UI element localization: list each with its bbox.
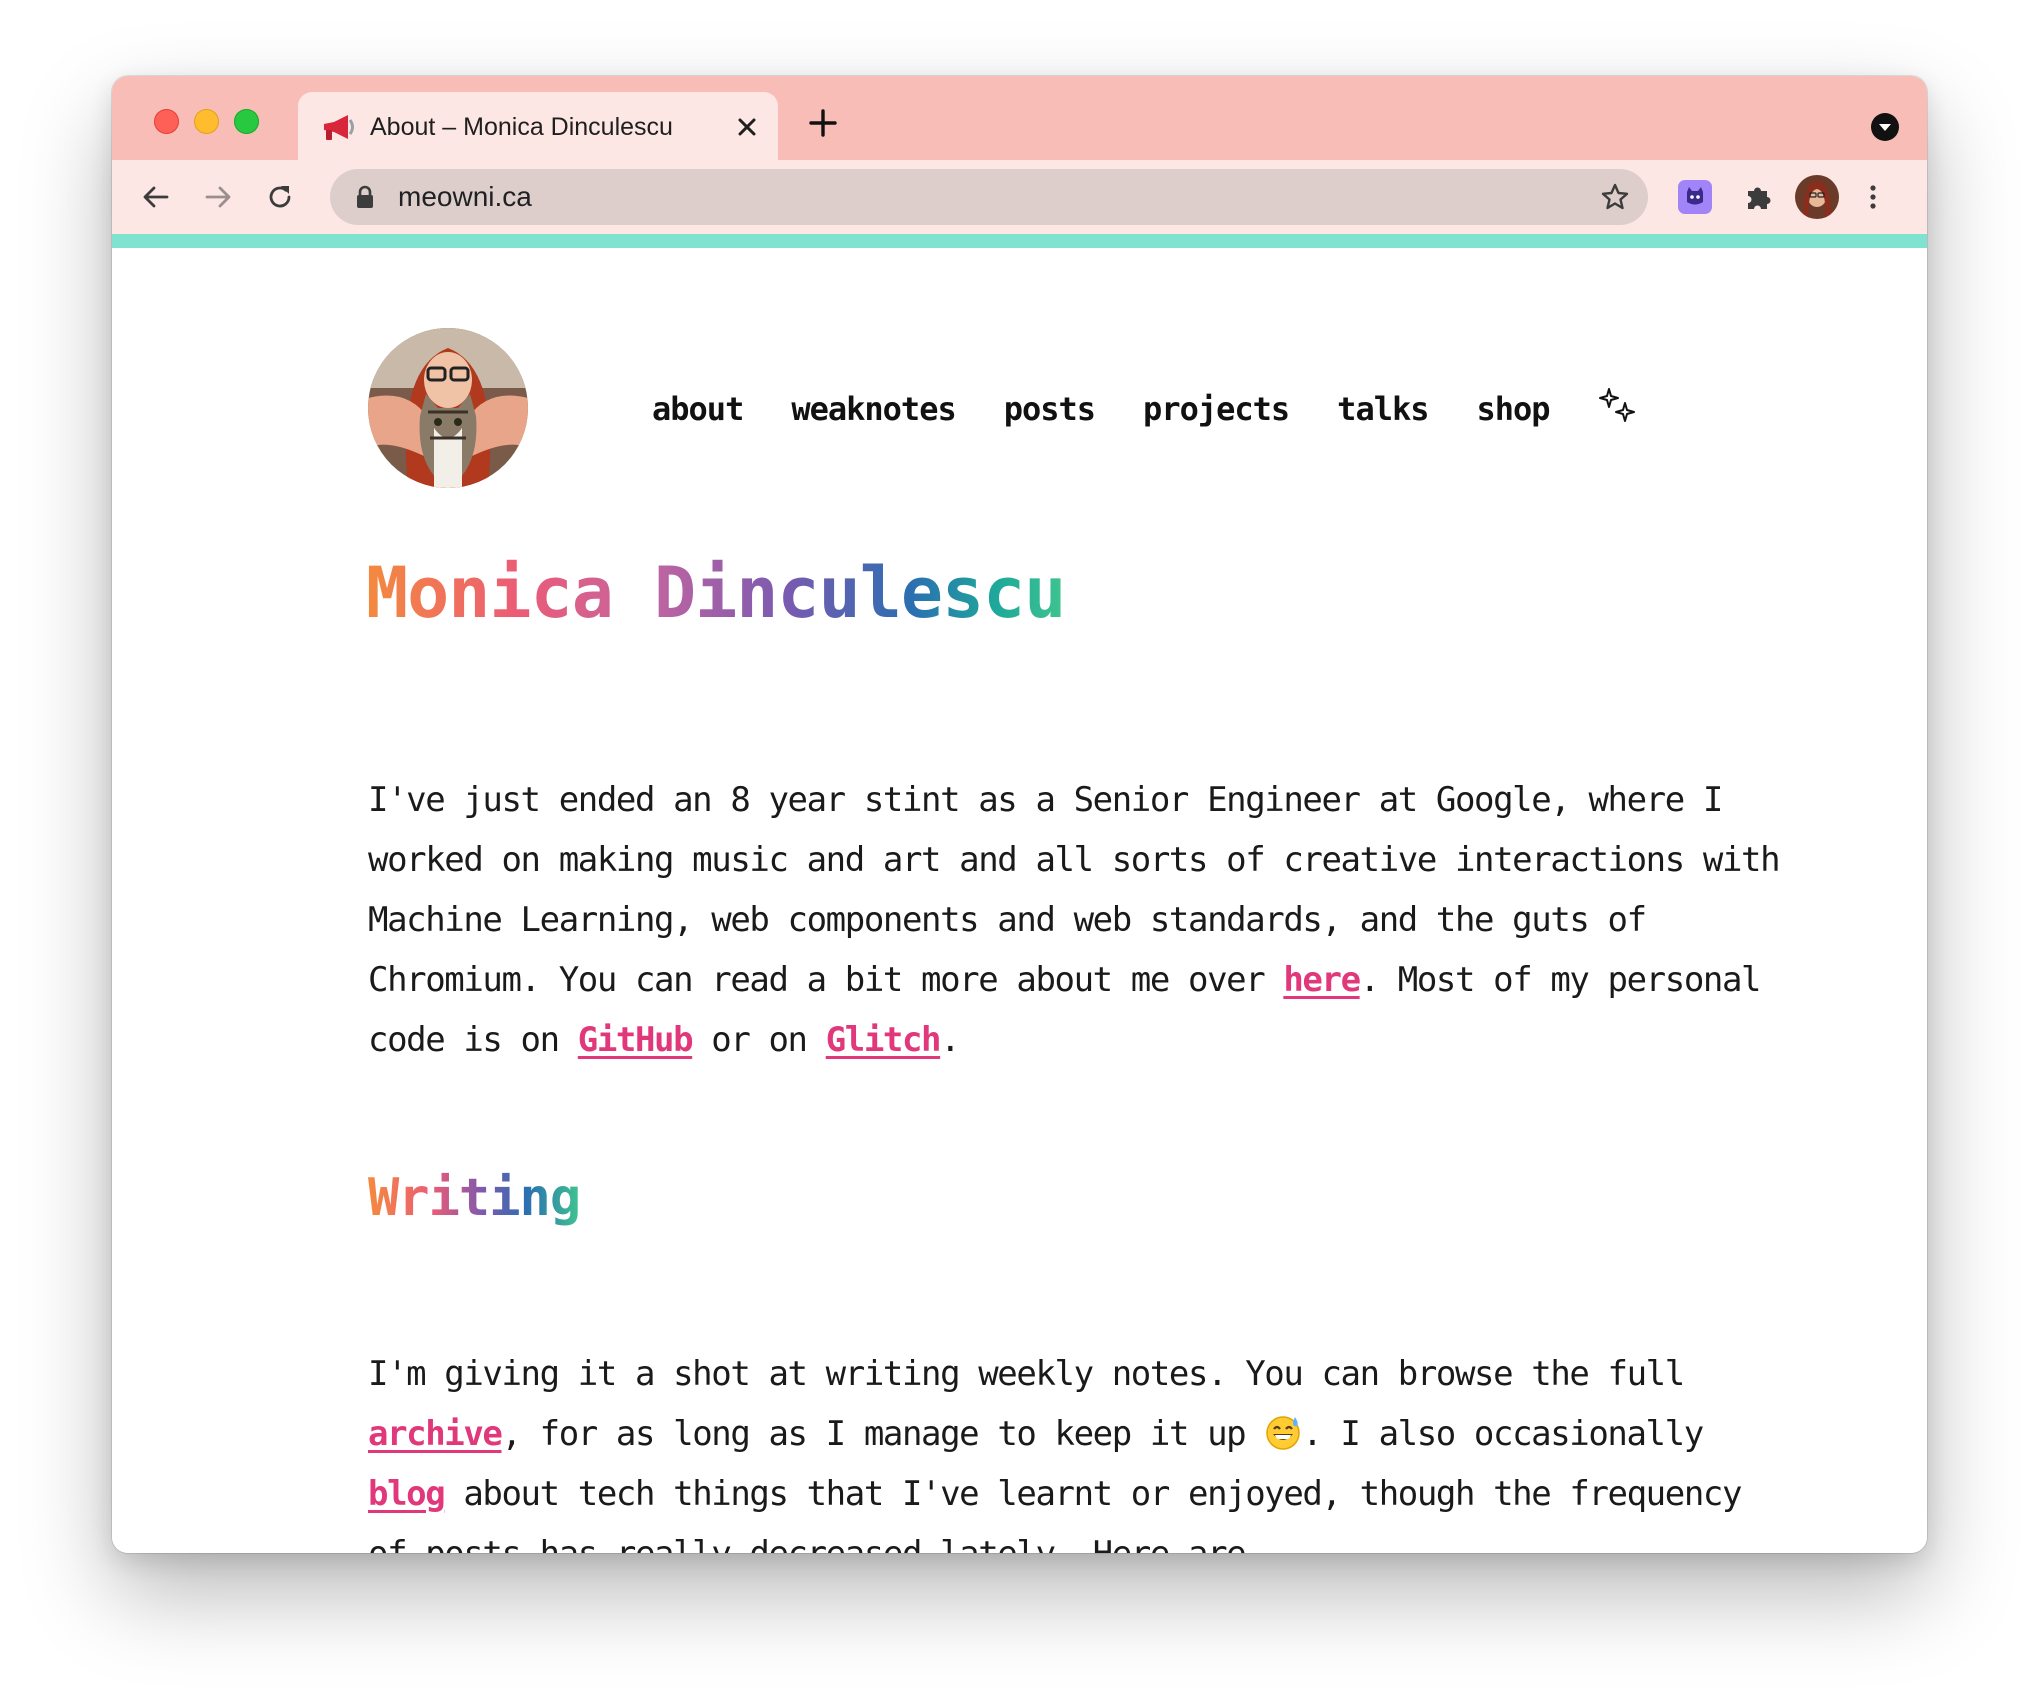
nav-about[interactable]: about [652,390,744,428]
close-icon[interactable] [734,114,760,140]
url-text[interactable]: meowni.ca [398,179,532,215]
profile-avatar-button[interactable] [1795,175,1839,219]
kebab-menu-icon[interactable] [1857,181,1889,213]
active-tab[interactable]: About – Monica Dinculescu [298,92,778,160]
lock-icon[interactable] [354,185,376,209]
github-link[interactable]: GitHub [578,1020,694,1060]
blog-link[interactable]: blog [368,1474,446,1514]
sparkle-icon[interactable] [1598,387,1636,425]
archive-link[interactable]: archive [368,1414,503,1454]
intro-paragraph: I've just ended an 8 year stint as a Sen… [368,770,1788,1070]
zoom-window-button[interactable] [234,109,259,134]
main-nav: about weaknotes posts projects talks sho… [652,386,1636,432]
desktop-background: About – Monica Dinculescu meowni.ca abou… [0,0,2038,1700]
megaphone-icon [324,115,354,140]
glitch-link[interactable]: Glitch [826,1020,942,1060]
writing-heading: Writing [368,1168,581,1228]
nav-projects[interactable]: projects [1143,390,1290,428]
reload-icon[interactable] [264,181,296,213]
grinning-sweat-emoji-icon [1266,1416,1301,1450]
page-content: about weaknotes posts projects talks sho… [112,248,1927,1553]
page-title: Monica Dinculescu [366,548,1066,638]
cat-extension-icon[interactable] [1678,180,1712,214]
writing-text-2: , for as long as I manage to keep it up [501,1414,1265,1454]
close-window-button[interactable] [154,109,179,134]
arrow-right-icon[interactable] [202,181,234,213]
browser-toolbar: meowni.ca [112,160,1927,234]
puzzle-icon[interactable] [1742,181,1774,213]
star-icon[interactable] [1600,182,1630,212]
profile-photo[interactable] [368,328,528,488]
writing-text-1: I'm giving it a shot at writing weekly n… [368,1354,1685,1394]
arrow-left-icon[interactable] [140,181,172,213]
nav-shop[interactable]: shop [1477,390,1551,428]
writing-paragraph: I'm giving it a shot at writing weekly n… [368,1344,1788,1553]
intro-text-3: or on [692,1020,826,1060]
tab-strip: About – Monica Dinculescu [112,76,1927,160]
minimize-window-button[interactable] [194,109,219,134]
plus-icon[interactable] [808,108,838,138]
writing-text-3: . I also occasionally [1302,1414,1704,1454]
avatar-photo-icon [1795,175,1839,219]
here-link[interactable]: here [1283,960,1361,1000]
nav-posts[interactable]: posts [1004,390,1096,428]
address-bar[interactable]: meowni.ca [330,169,1648,225]
accent-bar [112,234,1927,248]
browser-window: About – Monica Dinculescu meowni.ca abou… [112,76,1927,1553]
profile-photo-image [368,328,528,488]
tab-title: About – Monica Dinculescu [370,113,673,141]
nav-talks[interactable]: talks [1337,390,1429,428]
writing-text-4: about tech things that I've learnt or en… [368,1474,1742,1553]
intro-text-4: . [940,1020,960,1060]
nav-weaknotes[interactable]: weaknotes [791,390,956,428]
chevron-down-circle-icon[interactable] [1870,112,1900,142]
cat-face-icon [1687,187,1703,205]
